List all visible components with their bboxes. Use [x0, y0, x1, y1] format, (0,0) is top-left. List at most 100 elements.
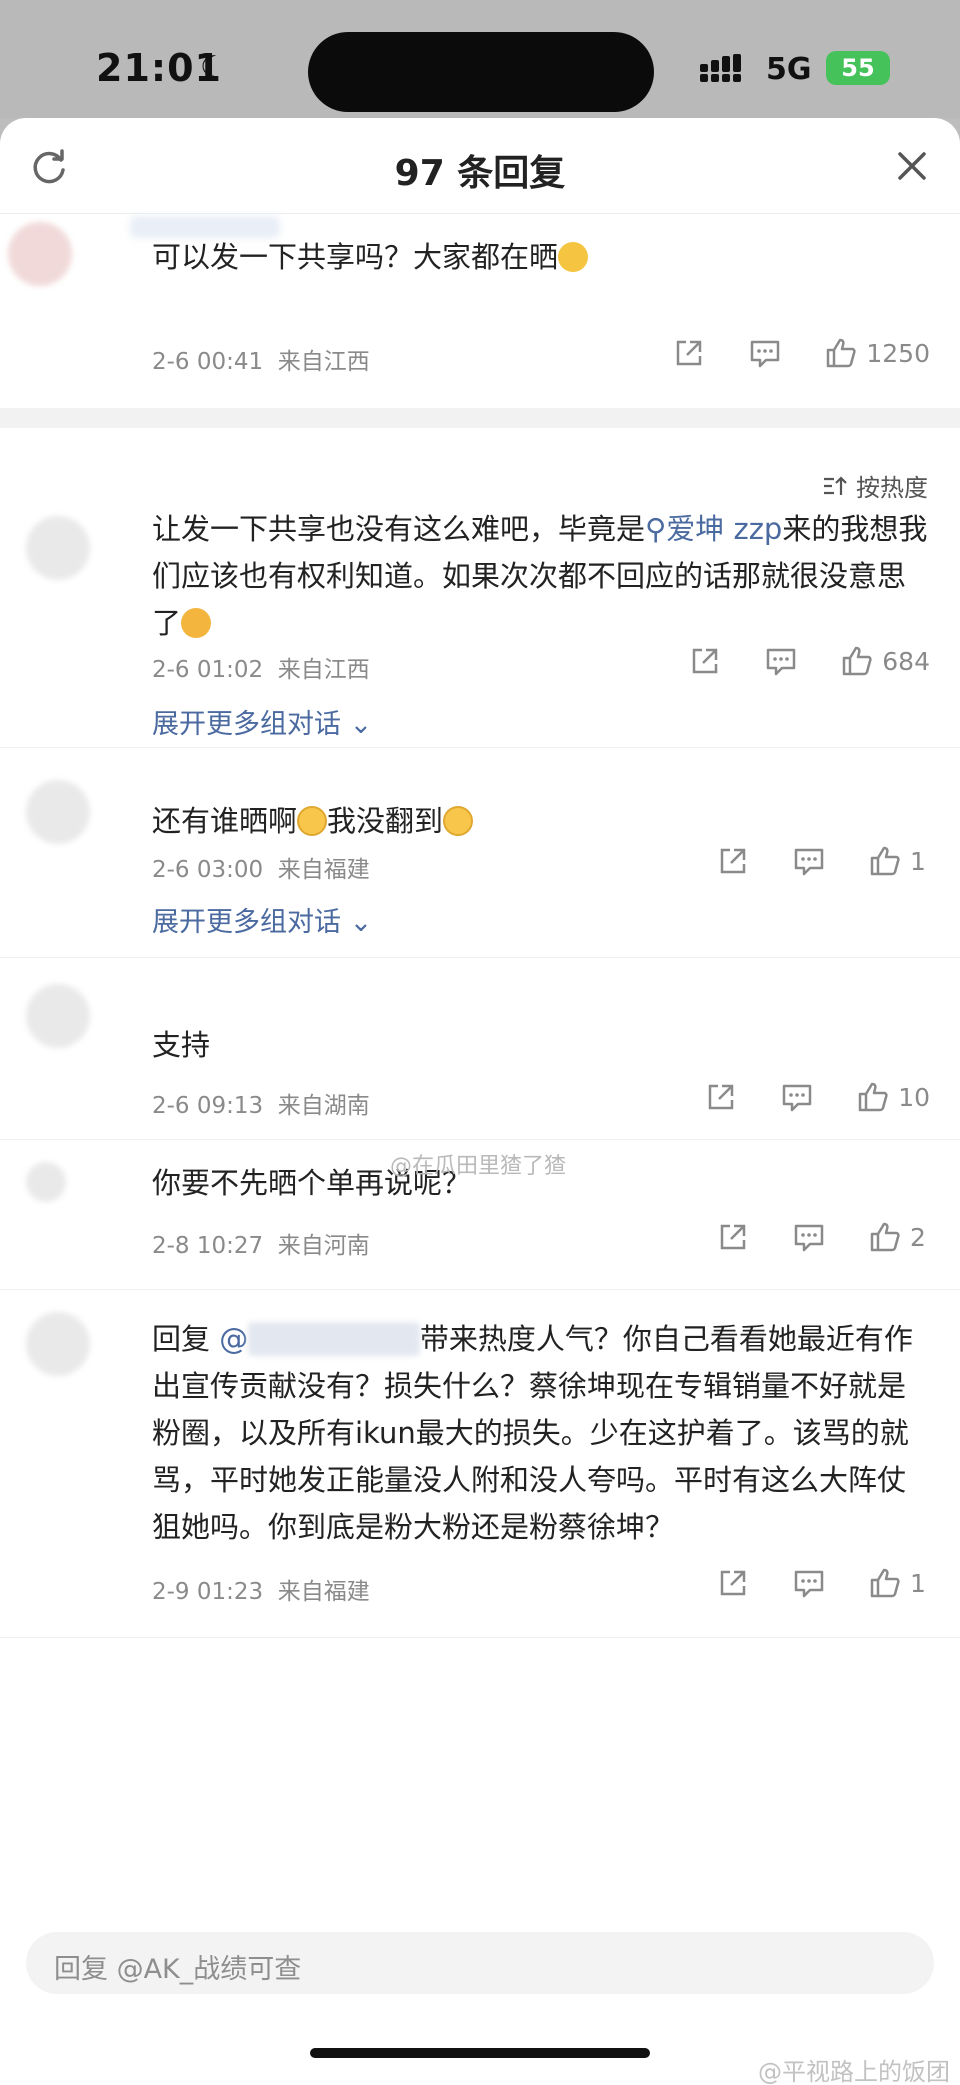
share-icon — [708, 1084, 734, 1110]
share-icon — [720, 848, 746, 874]
user-mention[interactable]: @ — [219, 1322, 248, 1356]
thumbs-up-icon — [870, 1568, 900, 1598]
expand-thread-link[interactable]: 展开更多组对话 ⌄ — [152, 702, 372, 741]
home-indicator[interactable] — [310, 2048, 650, 2058]
sort-button[interactable]: 按热度 — [822, 468, 928, 503]
like-button[interactable]: 684 — [840, 644, 930, 678]
focus-moon-icon: ☾ — [200, 50, 227, 85]
comment-text: 还有谁晒啊 我没翻到 — [152, 798, 930, 845]
comment-location: 来自河南 — [277, 1233, 370, 1259]
comment-button[interactable] — [780, 1080, 814, 1114]
sheet-header: 97 条回复 — [0, 118, 960, 214]
comment-icon — [782, 1084, 812, 1112]
avatar — [26, 1312, 90, 1376]
comment-location: 来自福建 — [277, 1579, 370, 1605]
expand-thread-link[interactable]: 展开更多组对话 ⌄ — [152, 900, 372, 939]
signal-icon — [700, 54, 741, 82]
comment-date: 2-6 00:41 — [152, 349, 264, 375]
close-icon[interactable] — [892, 146, 932, 186]
comment-location: 来自江西 — [277, 657, 370, 683]
comment-date: 2-6 01:02 — [152, 657, 264, 683]
crying-emoji-icon — [297, 806, 328, 836]
like-button[interactable]: 1250 — [824, 336, 930, 370]
hug-emoji-icon — [558, 242, 589, 272]
pleading-emoji-icon — [181, 608, 212, 638]
crying-emoji-icon — [443, 806, 474, 836]
thumbs-up-icon — [843, 646, 872, 676]
comment-actions: 684 — [688, 644, 930, 678]
comment-location: 来自江西 — [277, 349, 370, 375]
thumbs-up-icon — [858, 1082, 888, 1112]
comment-button[interactable] — [764, 644, 798, 678]
battery-indicator: 55 — [826, 51, 890, 85]
reply-input[interactable]: 回复 @AK_战绩可查 — [26, 1932, 934, 1994]
comment-date: 2-6 09:13 — [152, 1093, 264, 1119]
share-button[interactable] — [688, 644, 722, 678]
comment-button[interactable] — [792, 1220, 826, 1254]
comment-text: 回复 @xxxxxxxxxx带来热度人气？你自己看看她最近有作出宣传贡献没有？损… — [152, 1322, 913, 1544]
share-icon — [677, 340, 702, 366]
like-count: 1 — [910, 1568, 926, 1598]
replies-sheet: 97 条回复 可以发一下共享吗？大家都在晒 2-6 00:41 来自江西 125… — [0, 118, 960, 2085]
comment-meta: 2-6 03:00 来自福建 — [152, 850, 370, 884]
thumbs-up-icon — [870, 846, 900, 876]
comment-date: 2-9 01:23 — [152, 1579, 264, 1605]
comment-text: 让发一下共享也没有这么难吧，毕竟是⚲爱坤 zzp来的我想我们应该也有权利知道。如… — [152, 512, 928, 640]
comment-actions: 1250 — [672, 336, 930, 370]
avatar — [26, 1162, 66, 1202]
avatar — [26, 780, 90, 844]
comment-icon — [794, 1224, 824, 1252]
thumbs-up-icon — [870, 1222, 900, 1252]
watermark: @平视路上的饭团 — [758, 2058, 950, 2085]
comment-icon — [794, 1570, 824, 1598]
avatar — [26, 516, 90, 580]
comment-actions: 2 — [716, 1220, 930, 1254]
like-count: 1250 — [866, 338, 930, 368]
comment-text: 可以发一下共享吗？大家都在晒 — [152, 234, 930, 281]
share-button[interactable] — [716, 1220, 750, 1254]
sort-row: 按热度 — [0, 428, 960, 502]
share-icon — [693, 648, 718, 674]
comment-button[interactable] — [748, 336, 782, 370]
share-button[interactable] — [716, 844, 750, 878]
like-button[interactable]: 1 — [868, 1566, 930, 1600]
avatar — [8, 222, 72, 286]
comment-actions: 1 — [716, 1566, 930, 1600]
share-icon — [720, 1570, 746, 1596]
comment-date: 2-6 03:00 — [152, 857, 264, 883]
sort-icon — [824, 475, 847, 495]
share-button[interactable] — [704, 1080, 738, 1114]
like-button[interactable]: 1 — [868, 844, 930, 878]
comment-icon — [751, 340, 780, 368]
like-count: 684 — [882, 646, 930, 676]
topic-link[interactable]: ⚲爱坤 zzp — [645, 512, 782, 546]
comment-meta: 2-8 10:27 来自河南 — [152, 1226, 370, 1260]
thumbs-up-icon — [827, 338, 857, 368]
comment-location: 来自福建 — [277, 857, 370, 883]
comment-button[interactable] — [792, 844, 826, 878]
like-count: 2 — [910, 1222, 926, 1252]
username-blurred: xxxxxxxxxx — [248, 1322, 420, 1356]
comment-icon — [794, 848, 824, 876]
share-icon — [720, 1224, 746, 1250]
like-count: 1 — [910, 846, 926, 876]
watermark: @在瓜田里猹了猹 — [390, 1154, 567, 1179]
like-button[interactable]: 2 — [868, 1220, 930, 1254]
section-divider — [0, 408, 960, 428]
list-item: 让发一下共享也没有这么难吧，毕竟是⚲爱坤 zzp来的我想我们应该也有权利知道。如… — [0, 502, 960, 748]
comment-icon — [767, 648, 796, 676]
list-item: 支持 2-6 09:13 来自湖南 10 — [0, 958, 960, 1140]
like-count: 10 — [898, 1082, 930, 1112]
comment-date: 2-8 10:27 — [152, 1233, 264, 1259]
network-label: 5G — [766, 52, 812, 87]
dynamic-island — [308, 32, 654, 112]
list-item: 还有谁晒啊 我没翻到 2-6 03:00 来自福建 1 展开更多组对话 ⌄ — [0, 748, 960, 958]
share-button[interactable] — [672, 336, 706, 370]
like-button[interactable]: 10 — [856, 1080, 930, 1114]
comment-meta: 2-6 00:41 来自江西 — [152, 342, 370, 376]
comment-meta: 2-6 09:13 来自湖南 — [152, 1086, 370, 1120]
comment-actions: 10 — [704, 1080, 930, 1114]
page-title: 97 条回复 — [394, 153, 566, 194]
share-button[interactable] — [716, 1566, 750, 1600]
comment-button[interactable] — [792, 1566, 826, 1600]
